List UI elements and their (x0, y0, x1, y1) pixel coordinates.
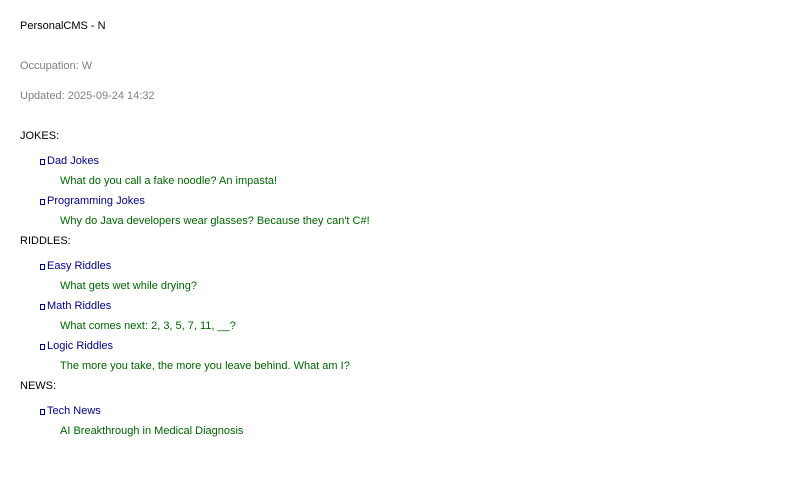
subcategory-label: Math Riddles (47, 300, 112, 312)
app-title: PersonalCMS - N (20, 20, 106, 32)
entry-item: Why do Java developers wear glasses? Bec… (60, 215, 370, 227)
folder-icon (40, 264, 45, 270)
folder-icon (40, 344, 45, 350)
occupation-text: Occupation: W (20, 60, 93, 72)
subcategory-programming-jokes[interactable]: Programming Jokes (40, 195, 145, 207)
entry-item: The more you take, the more you leave be… (60, 360, 350, 372)
subcategory-dad-jokes[interactable]: Dad Jokes (40, 155, 99, 167)
folder-icon (40, 159, 45, 165)
subcategory-logic-riddles[interactable]: Logic Riddles (40, 340, 113, 352)
subcategory-math-riddles[interactable]: Math Riddles (40, 300, 111, 312)
subcategory-label: Programming Jokes (47, 195, 145, 207)
subcategory-label: Dad Jokes (47, 155, 99, 167)
folder-icon (40, 199, 45, 205)
folder-icon (40, 409, 45, 415)
folder-icon (40, 304, 45, 310)
entry-item: What gets wet while drying? (60, 280, 197, 292)
entry-item: What do you call a fake noodle? An impas… (60, 175, 278, 187)
subcategory-easy-riddles[interactable]: Easy Riddles (40, 260, 111, 272)
updated-timestamp: Updated: 2025-09-24 14:32 (20, 90, 155, 102)
cms-window: PersonalCMS - N Occupation: W Updated: 2… (0, 0, 800, 480)
subcategory-label: Logic Riddles (47, 340, 114, 352)
category-news: NEWS: (20, 380, 57, 392)
category-jokes: JOKES: (20, 130, 60, 142)
category-riddles: RIDDLES: (20, 235, 71, 247)
subcategory-label: Easy Riddles (47, 260, 112, 272)
entry-item: What comes next: 2, 3, 5, 7, 11, __? (60, 320, 236, 332)
subcategory-tech-news[interactable]: Tech News (40, 405, 101, 417)
subcategory-label: Tech News (47, 405, 101, 417)
entry-item: AI Breakthrough in Medical Diagnosis (60, 425, 244, 437)
